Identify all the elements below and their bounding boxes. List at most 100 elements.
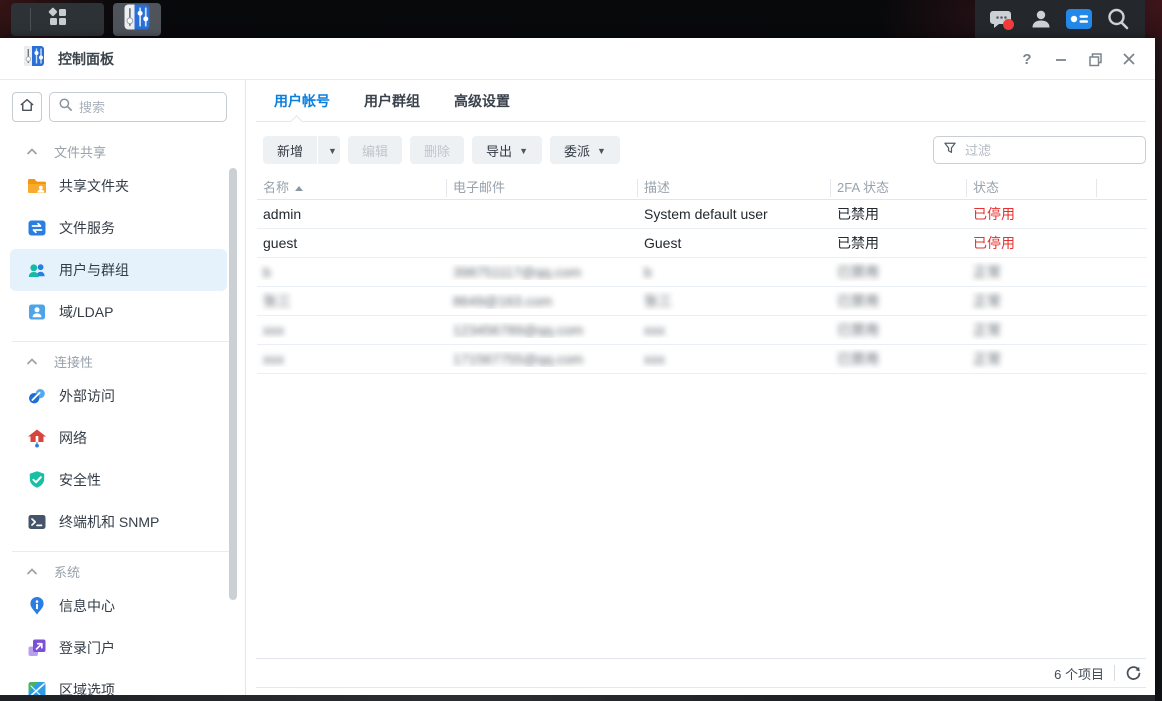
- filter-input[interactable]: [965, 143, 1137, 158]
- search-input[interactable]: [79, 100, 218, 115]
- sidebar-item-network[interactable]: 网络: [10, 417, 227, 459]
- user-table: 名称 电子邮件 描述 2FA 状态 状态 admin System defaul…: [257, 177, 1147, 374]
- window-titlebar[interactable]: 控制面板 ?: [0, 38, 1155, 80]
- column-header-email[interactable]: 电子邮件: [447, 179, 638, 197]
- minimize-button[interactable]: [1049, 47, 1073, 71]
- status-badge: 已停用: [967, 233, 1097, 253]
- chevron-up-icon: [26, 567, 38, 576]
- filter-box[interactable]: [933, 136, 1146, 164]
- app-launcher-icon: [46, 5, 70, 34]
- window-title: 控制面板: [58, 49, 114, 69]
- status-badge: 正常: [967, 320, 1097, 340]
- sidebar-section-connectivity[interactable]: 连接性: [0, 347, 245, 375]
- control-panel-icon: [22, 44, 46, 73]
- status-badge: 正常: [967, 291, 1097, 311]
- sidebar: 文件共享 共享文件夹: [0, 80, 246, 695]
- taskbar: [0, 0, 1162, 38]
- security-shield-icon: [26, 469, 48, 491]
- sidebar-search[interactable]: [49, 92, 227, 122]
- table-row[interactable]: xxx 171567755@qq.com xxx 已禁用 正常: [257, 345, 1147, 374]
- status-badge: 正常: [967, 262, 1097, 282]
- filter-funnel-icon: [942, 140, 958, 161]
- sidebar-item-shared-folder[interactable]: 共享文件夹: [10, 165, 227, 207]
- file-services-icon: [26, 217, 48, 239]
- delete-button[interactable]: 删除: [410, 136, 464, 164]
- statusbar-divider: [1114, 665, 1115, 681]
- toolbar: 新增 ▼ 编辑 删除 导出▼ 委派▼: [263, 136, 1146, 164]
- add-button[interactable]: 新增: [263, 136, 317, 164]
- desktop: 控制面板 ?: [0, 0, 1162, 701]
- desktop-bottom-strip: [0, 695, 1155, 701]
- column-header-name[interactable]: 名称: [257, 179, 447, 197]
- delegate-button[interactable]: 委派▼: [550, 136, 620, 164]
- column-header-status[interactable]: 状态: [967, 179, 1097, 197]
- status-bar: 6 个项目: [256, 658, 1146, 688]
- home-icon: [18, 96, 36, 119]
- sidebar-item-domain-ldap[interactable]: 域/LDAP: [10, 291, 227, 333]
- search-icon[interactable]: [1104, 5, 1132, 33]
- tab-user-account[interactable]: 用户帐号: [272, 91, 332, 111]
- main-panel: 用户帐号 用户群组 高级设置 新增 ▼ 编辑 删除 导出▼: [247, 80, 1155, 695]
- tab-advanced-settings[interactable]: 高级设置: [452, 91, 512, 111]
- sidebar-item-terminal-snmp[interactable]: 终端机和 SNMP: [10, 501, 227, 543]
- chevron-down-icon: ▼: [519, 146, 528, 156]
- sidebar-item-external-access[interactable]: 外部访问: [10, 375, 227, 417]
- desktop-sliver: [1155, 38, 1162, 701]
- column-header-description[interactable]: 描述: [638, 179, 831, 197]
- table-row-admin[interactable]: admin System default user 已禁用 已停用: [257, 200, 1147, 229]
- refresh-button[interactable]: [1125, 665, 1142, 682]
- sidebar-section-file-sharing[interactable]: 文件共享: [0, 137, 245, 165]
- tab-user-group[interactable]: 用户群组: [362, 91, 422, 111]
- taskbar-tray: [975, 0, 1145, 38]
- chevron-up-icon: [26, 147, 38, 156]
- chat-icon[interactable]: [988, 5, 1016, 33]
- table-header: 名称 电子邮件 描述 2FA 状态 状态: [257, 177, 1147, 200]
- sidebar-divider: [12, 341, 231, 342]
- column-header-empty: [1097, 179, 1147, 197]
- widgets-icon[interactable]: [1065, 5, 1093, 33]
- domain-ldap-icon: [26, 301, 48, 323]
- sidebar-divider: [12, 551, 231, 552]
- network-icon: [26, 427, 48, 449]
- sidebar-item-info-center[interactable]: 信息中心: [10, 585, 227, 627]
- user-icon[interactable]: [1027, 5, 1055, 33]
- table-row[interactable]: 张三 8649@163.com 张三 已禁用 正常: [257, 287, 1147, 316]
- status-badge: 已停用: [967, 204, 1097, 224]
- sidebar-item-login-portal[interactable]: 登录门户: [10, 627, 227, 669]
- status-badge: 正常: [967, 349, 1097, 369]
- sidebar-section-system[interactable]: 系统: [0, 557, 245, 585]
- tab-bar: 用户帐号 用户群组 高级设置: [256, 80, 1146, 122]
- sidebar-scrollbar[interactable]: [229, 168, 237, 600]
- home-button[interactable]: [12, 92, 42, 122]
- table-row-guest[interactable]: guest Guest 已禁用 已停用: [257, 229, 1147, 258]
- sidebar-item-regional-options[interactable]: 区域选项: [10, 669, 227, 695]
- search-icon: [58, 97, 73, 117]
- close-button[interactable]: [1117, 47, 1141, 71]
- app-launcher-button[interactable]: [11, 3, 104, 36]
- add-dropdown-button[interactable]: ▼: [318, 136, 340, 164]
- restore-button[interactable]: [1083, 47, 1107, 71]
- terminal-icon: [26, 511, 48, 533]
- help-button[interactable]: ?: [1015, 47, 1039, 71]
- sidebar-item-file-services[interactable]: 文件服务: [10, 207, 227, 249]
- taskbar-control-panel-button[interactable]: [113, 3, 161, 36]
- taskbar-divider: [30, 8, 31, 31]
- sidebar-item-user-group[interactable]: 用户与群组: [10, 249, 227, 291]
- user-group-icon: [26, 259, 48, 281]
- active-tab-notch: [290, 115, 303, 128]
- sort-ascending-icon: [295, 186, 303, 191]
- table-row[interactable]: b 398751117@qq.com b 已禁用 正常: [257, 258, 1147, 287]
- edit-button[interactable]: 编辑: [348, 136, 402, 164]
- external-access-icon: [26, 385, 48, 407]
- login-portal-icon: [26, 637, 48, 659]
- export-button[interactable]: 导出▼: [472, 136, 542, 164]
- info-center-icon: [26, 595, 48, 617]
- shared-folder-icon: [26, 175, 48, 197]
- regional-options-icon: [26, 679, 48, 695]
- control-panel-icon: [122, 2, 152, 37]
- table-row[interactable]: xxx 123456789@qq.com xxx 已禁用 正常: [257, 316, 1147, 345]
- column-header-2fa-status[interactable]: 2FA 状态: [831, 179, 967, 197]
- item-count: 6 个项目: [1054, 664, 1104, 683]
- chevron-down-icon: ▼: [328, 146, 337, 156]
- sidebar-item-security[interactable]: 安全性: [10, 459, 227, 501]
